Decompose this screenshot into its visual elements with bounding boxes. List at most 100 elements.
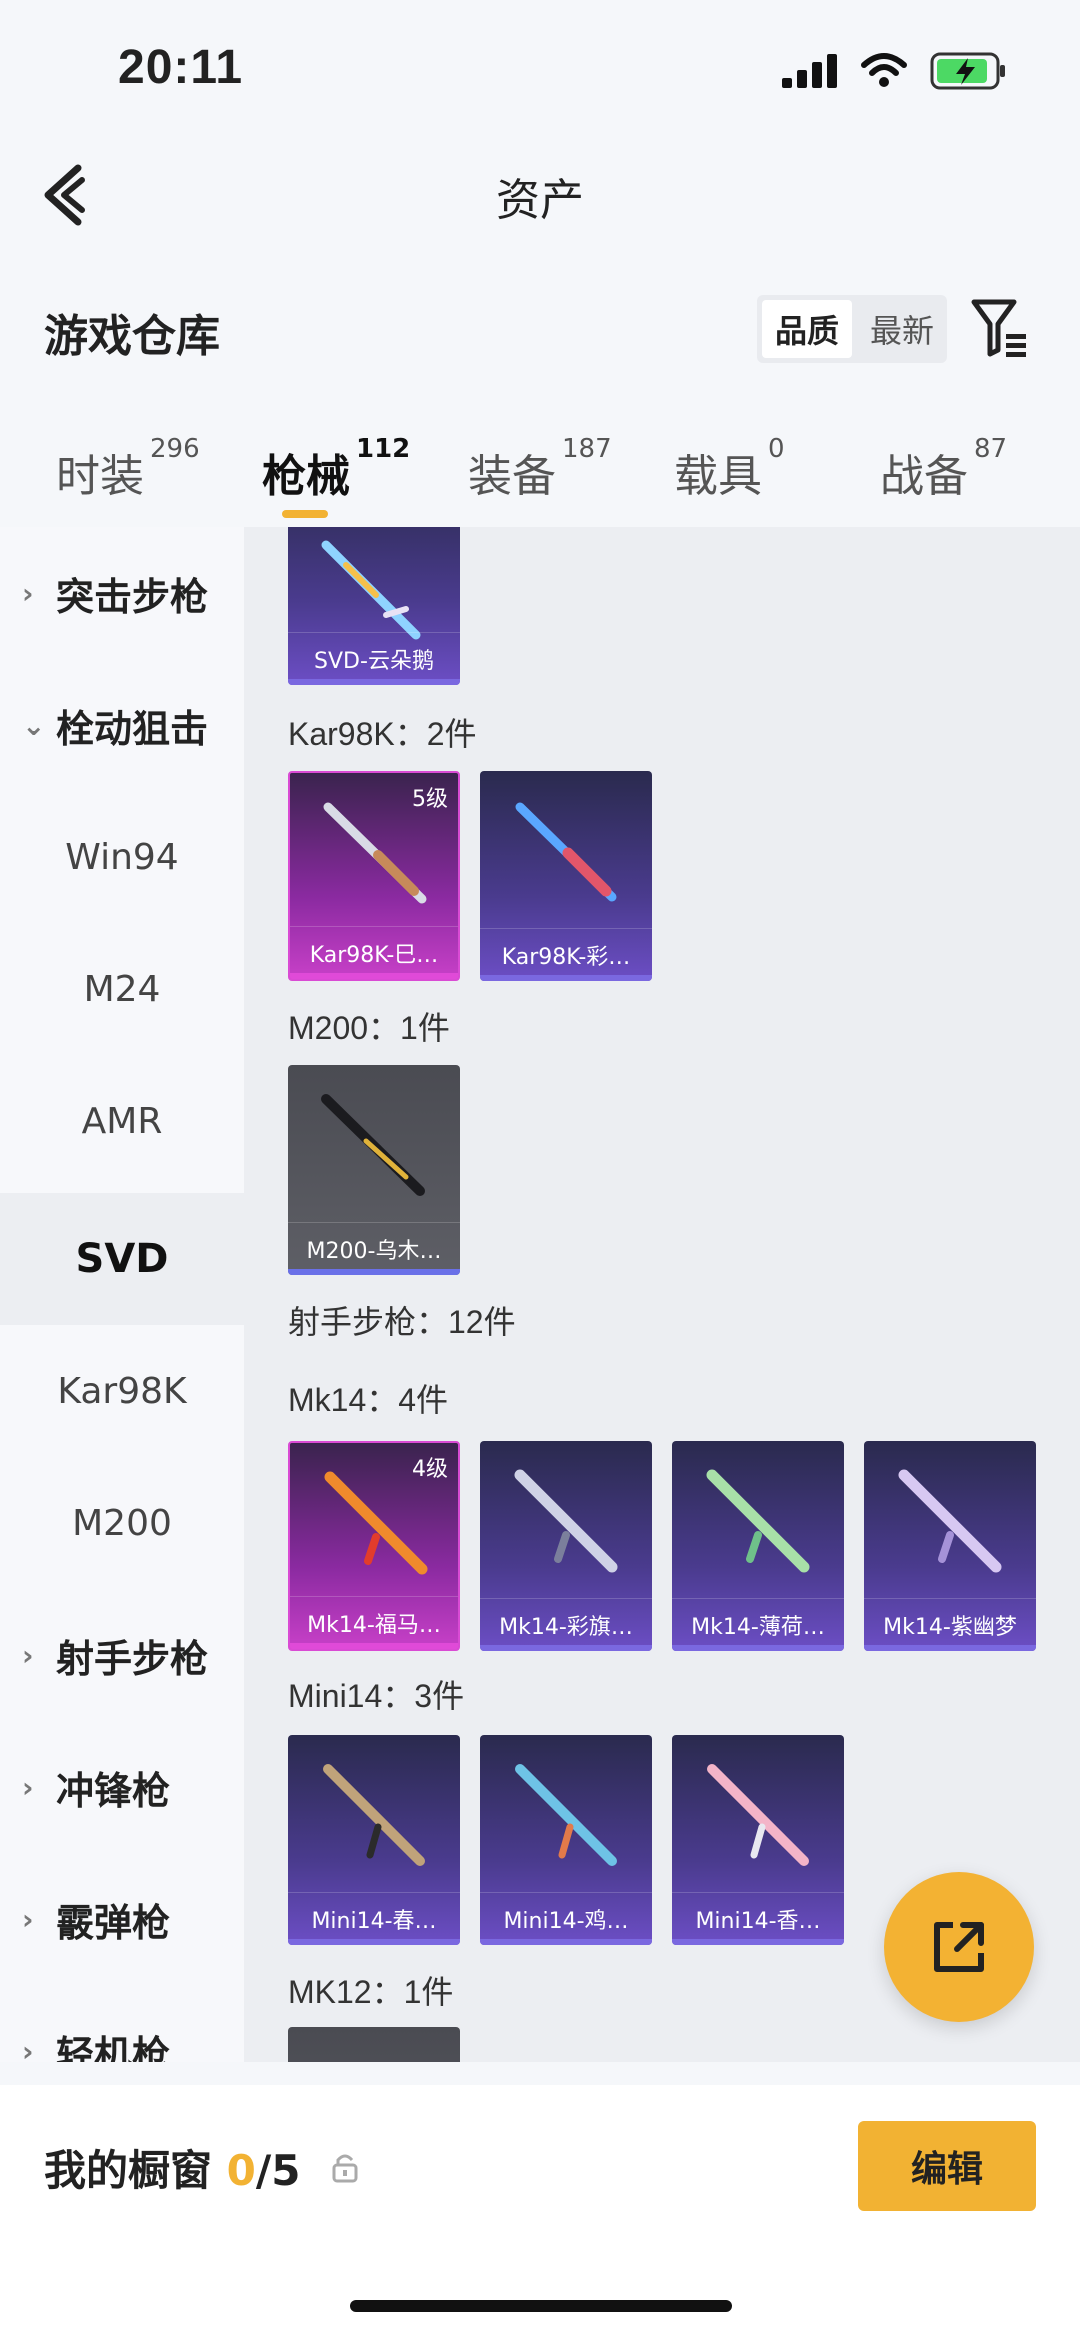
sidebar-item-m200[interactable]: M200 bbox=[0, 1457, 244, 1589]
weapon-card[interactable]: 5级 Kar98K-巳… bbox=[288, 771, 460, 981]
sidebar-item-marksman-rifle[interactable]: › 射手步枪 bbox=[0, 1589, 244, 1721]
battery-charging-icon bbox=[930, 52, 1005, 90]
tab-count: 296 bbox=[150, 434, 200, 464]
weapon-card[interactable]: SVD-云朵鹅 bbox=[288, 527, 460, 685]
chevron-right-icon: › bbox=[22, 576, 34, 610]
weapon-grid: SVD-云朵鹅 Kar98K：2件 5级 Kar98K-巳… Kar98K-彩…… bbox=[244, 527, 1080, 2062]
weapon-card-name: Mk14-紫幽梦 bbox=[864, 1598, 1036, 1641]
sidebar-item-assault-rifle[interactable]: › 突击步枪 bbox=[0, 527, 244, 659]
rarity-bar bbox=[672, 1939, 844, 1945]
rarity-bar bbox=[288, 1269, 460, 1275]
weapon-card[interactable]: Mk14-紫幽梦 bbox=[864, 1441, 1036, 1651]
weapon-card-name: Mk14-薄荷… bbox=[672, 1598, 844, 1641]
chevron-right-icon: › bbox=[22, 2034, 34, 2063]
sidebar-item-label: 栓动狙击 bbox=[56, 706, 209, 751]
weapon-card[interactable]: Mini14-春… bbox=[288, 1735, 460, 1945]
tab-fashion[interactable]: 时装296 bbox=[56, 434, 200, 504]
tab-supplies[interactable]: 战备87 bbox=[880, 434, 1007, 504]
weapon-card-name: Mini14-春… bbox=[288, 1892, 460, 1935]
sort-toggle: 品质 最新 bbox=[757, 295, 947, 363]
rarity-bar bbox=[672, 1645, 844, 1651]
rarity-bar bbox=[290, 1643, 458, 1649]
weapon-card[interactable]: Mk14-彩旗… bbox=[480, 1441, 652, 1651]
top-nav: 资产 bbox=[0, 130, 1080, 260]
sidebar-item-bolt-sniper[interactable]: ⌄ 栓动狙击 bbox=[0, 659, 244, 791]
sidebar-item-label: 突击步枪 bbox=[56, 574, 209, 619]
category-tabs: 时装296 枪械112 装备187 载具0 战备87 bbox=[0, 430, 1080, 530]
weapon-card[interactable]: M200-乌木… bbox=[288, 1065, 460, 1275]
filter-button[interactable] bbox=[970, 296, 1030, 360]
rifle-icon bbox=[515, 802, 617, 902]
weapon-card[interactable]: Mini14-鸡… bbox=[480, 1735, 652, 1945]
weapon-card[interactable]: Mk14-薄荷… bbox=[672, 1441, 844, 1651]
section-label-marksman: 射手步枪：12件 bbox=[288, 1304, 516, 1340]
sidebar-item-amr[interactable]: AMR bbox=[0, 1055, 244, 1187]
lock-icon bbox=[332, 2154, 358, 2183]
weapon-card[interactable]: 4级 Mk14-福马… bbox=[288, 1441, 460, 1651]
section-label-mk14: Mk14：4件 bbox=[288, 1382, 449, 1418]
rifle-icon bbox=[323, 802, 427, 904]
tab-count: 87 bbox=[974, 434, 1008, 464]
tab-count: 112 bbox=[356, 434, 411, 464]
tab-count: 0 bbox=[768, 434, 785, 464]
rifle-icon bbox=[706, 1469, 810, 1573]
rarity-bar bbox=[480, 1645, 652, 1651]
weapon-card[interactable]: Mini14-香… bbox=[672, 1735, 844, 1945]
sort-quality-button[interactable]: 品质 bbox=[762, 300, 852, 358]
chevron-down-icon: ⌄ bbox=[22, 708, 46, 742]
weapon-card-name: Mk14-福马… bbox=[290, 1596, 458, 1639]
rarity-bar bbox=[288, 1939, 460, 1945]
rifle-icon bbox=[514, 1469, 618, 1573]
section-label-mk12: MK12：1件 bbox=[288, 1974, 454, 2010]
sidebar-item-smg[interactable]: › 冲锋枪 bbox=[0, 1721, 244, 1853]
sidebar-item-svd[interactable]: SVD bbox=[0, 1193, 244, 1325]
sort-latest-button[interactable]: 最新 bbox=[857, 295, 947, 363]
edit-button[interactable]: 编辑 bbox=[858, 2121, 1036, 2211]
weapon-card[interactable]: Kar98K-彩… bbox=[480, 771, 652, 981]
weapon-card-name: Mk14-彩旗… bbox=[480, 1598, 652, 1641]
showcase-count: 0 bbox=[226, 2146, 256, 2195]
warehouse-title: 游戏仓库 bbox=[44, 311, 220, 362]
rarity-bar bbox=[480, 975, 652, 981]
sidebar-item-kar98k[interactable]: Kar98K bbox=[0, 1325, 244, 1457]
weapon-card-name: M200-乌木… bbox=[288, 1222, 460, 1265]
weapon-card[interactable] bbox=[288, 2027, 460, 2062]
showcase-label: 我的橱窗 0/5 bbox=[44, 2137, 300, 2198]
status-icons bbox=[782, 52, 1008, 90]
rifle-icon bbox=[707, 1764, 809, 1866]
showcase-total: /5 bbox=[255, 2146, 301, 2195]
chevron-right-icon: › bbox=[22, 1770, 34, 1804]
page-title: 资产 bbox=[496, 175, 584, 226]
sidebar-item-m24[interactable]: M24 bbox=[0, 923, 244, 1055]
weapon-card-name: SVD-云朵鹅 bbox=[288, 632, 460, 675]
tab-label: 载具 bbox=[674, 451, 762, 502]
status-bar: 20:11 bbox=[0, 0, 1080, 120]
share-icon bbox=[934, 1922, 984, 1972]
sidebar-item-win94[interactable]: Win94 bbox=[0, 791, 244, 923]
section-label-m200: M200：1件 bbox=[288, 1010, 450, 1046]
sidebar-item-lmg[interactable]: › 轻机枪 bbox=[0, 1985, 244, 2063]
rarity-bar bbox=[480, 1939, 652, 1945]
tab-vehicles[interactable]: 载具0 bbox=[674, 434, 785, 504]
sidebar-item-label: 霰弹枪 bbox=[56, 1900, 171, 1945]
weapon-card-name: Mini14-香… bbox=[672, 1892, 844, 1935]
filter-icon bbox=[971, 299, 1026, 357]
sidebar-item-shotgun[interactable]: › 霰弹枪 bbox=[0, 1853, 244, 1985]
signal-icon bbox=[782, 54, 837, 88]
share-button[interactable] bbox=[884, 1872, 1034, 2022]
wifi-icon bbox=[861, 53, 907, 87]
rifle-icon bbox=[323, 1764, 425, 1866]
sidebar-item-label: 轻机枪 bbox=[56, 2032, 171, 2063]
weapon-category-sidebar: › 突击步枪 ⌄ 栓动狙击 Win94 M24 AMR SVD Kar98K M… bbox=[0, 527, 244, 2062]
rifle-icon bbox=[324, 1471, 428, 1575]
chevron-right-icon: › bbox=[22, 1902, 34, 1936]
tab-equipment[interactable]: 装备187 bbox=[468, 434, 612, 504]
active-tab-indicator bbox=[282, 510, 328, 518]
section-label-mini14: Mini14：3件 bbox=[288, 1678, 465, 1714]
rifle-icon bbox=[515, 1764, 617, 1866]
tab-firearms[interactable]: 枪械112 bbox=[262, 434, 410, 504]
showcase-title: 我的橱窗 bbox=[44, 2146, 213, 2195]
tab-label: 时装 bbox=[56, 451, 144, 502]
status-time: 20:11 bbox=[118, 41, 244, 94]
tab-label: 装备 bbox=[468, 451, 556, 502]
